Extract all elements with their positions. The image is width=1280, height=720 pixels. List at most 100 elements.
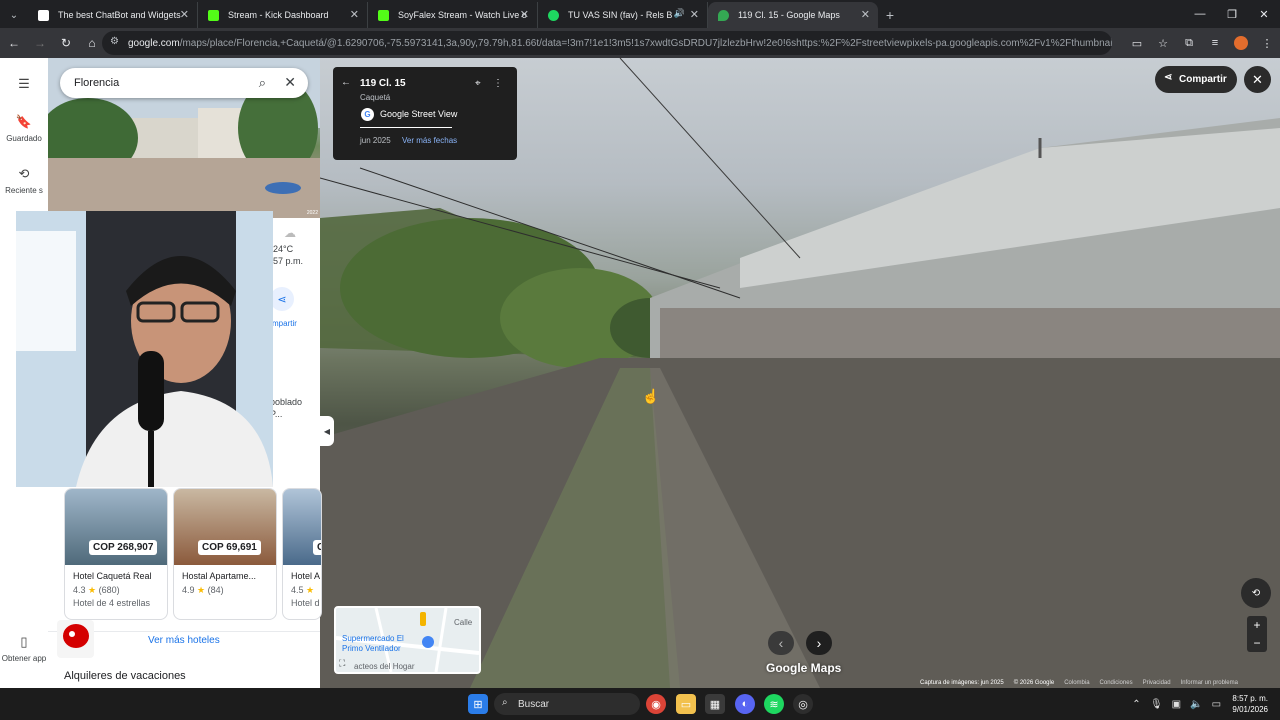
home-icon[interactable]: ⌂: [80, 31, 104, 55]
more-hotels-link[interactable]: Ver más hoteles: [148, 635, 220, 646]
hotel-card[interactable]: COP 268,907 Hotel Caquetá Real 4.3 ★ (68…: [64, 488, 168, 620]
hotel-rating-value: 4.9: [182, 585, 195, 595]
tab-kick-dashboard[interactable]: Stream - Kick Dashboard ✕: [198, 2, 368, 28]
expand-map-icon[interactable]: ⛶: [339, 658, 345, 669]
volume-icon[interactable]: 🔈: [1186, 699, 1206, 710]
tab-spotify[interactable]: TU VAS SIN (fav) - Rels B 🔊 ✕: [538, 2, 708, 28]
photo-year: 2022: [306, 210, 318, 216]
window-controls: — ❐ ✕: [1184, 0, 1280, 28]
back-icon[interactable]: ←: [2, 31, 26, 55]
maps-main: ☝ ◀ ☰ 🔖 Guardado ⟲ Reciente s ▯ Obtener …: [0, 58, 1280, 688]
hotel-card[interactable]: C Hotel A 4.5 ★ Hotel d: [282, 488, 322, 620]
cast-icon[interactable]: ▭: [1124, 31, 1150, 55]
profile-avatar[interactable]: [1228, 31, 1254, 55]
maps-pin-icon: [718, 10, 729, 21]
close-street-view-button[interactable]: ✕: [1244, 66, 1271, 93]
google-g-icon: G: [361, 108, 374, 121]
compass-control[interactable]: ⟲: [1241, 578, 1271, 608]
tab-google-maps[interactable]: 119 Cl. 15 - Google Maps ✕: [708, 2, 878, 28]
rail-saved[interactable]: 🔖 Guardado: [0, 114, 48, 143]
tab-chatbot[interactable]: The best ChatBot and Widgets ✕: [28, 2, 198, 28]
tab-title: SoyFalex Stream - Watch Live o: [398, 10, 527, 20]
clock[interactable]: 8:57 p. m. 9/01/2026: [1226, 693, 1280, 715]
taskbar-search[interactable]: ⌕ Buscar: [494, 693, 640, 715]
more-options-icon[interactable]: ⋮: [493, 78, 503, 89]
maps-search-box[interactable]: Florencia ⌕ ✕: [60, 68, 308, 98]
tab-title: Stream - Kick Dashboard: [228, 10, 329, 20]
zoom-in-button[interactable]: +: [1247, 616, 1267, 634]
url-path: /maps/place/Florencia,+Caquetá/@1.629070…: [179, 37, 1112, 49]
hotel-price: C: [313, 540, 321, 555]
hotel-rating-value: 4.5: [291, 585, 304, 595]
compass-icon: ⟲: [1251, 587, 1261, 599]
zoom-out-button[interactable]: −: [1247, 634, 1267, 652]
more-dates-link[interactable]: Ver más fechas: [402, 136, 457, 145]
taskbar-search-label: Buscar: [518, 698, 550, 710]
previous-arrow-button[interactable]: ‹: [768, 631, 794, 655]
tab-close-icon[interactable]: ✕: [180, 8, 189, 21]
share-icon[interactable]: ⋖: [270, 287, 294, 311]
tab-search-button[interactable]: ⌄: [0, 2, 28, 28]
clear-search-icon[interactable]: ✕: [284, 74, 296, 91]
tab-title: TU VAS SIN (fav) - Rels B: [568, 10, 673, 20]
search-input[interactable]: Florencia: [74, 77, 119, 89]
hotel-rating: 4.3 ★ (680): [73, 585, 120, 596]
hotel-carousel: COP 268,907 Hotel Caquetá Real 4.3 ★ (68…: [64, 488, 322, 620]
menu-kebab-icon[interactable]: ⋮: [1254, 31, 1280, 55]
map-label: acteos del Hogar: [354, 662, 415, 671]
store-icon[interactable]: ▦: [705, 694, 725, 714]
bookmark-icon: 🔖: [15, 114, 33, 129]
start-windows-icon[interactable]: ⊞: [468, 694, 488, 714]
file-explorer-icon[interactable]: ▭: [676, 694, 696, 714]
battery-icon[interactable]: ▭: [1206, 699, 1226, 710]
privacy-link[interactable]: Privacidad: [1143, 680, 1171, 688]
chevron-up-icon[interactable]: ⌃: [1126, 699, 1146, 710]
country-link[interactable]: Colombia: [1064, 680, 1089, 688]
kick-icon: [208, 10, 219, 21]
reload-icon[interactable]: ↻: [54, 31, 78, 55]
street-view-source: Google Street View: [380, 109, 458, 119]
rail-recent[interactable]: ⟲ Reciente s: [0, 166, 48, 195]
location-pin-icon[interactable]: ⌖: [475, 78, 481, 89]
minimize-icon[interactable]: —: [1184, 0, 1216, 28]
next-arrow-button[interactable]: ›: [806, 631, 832, 655]
spotify-icon: [548, 10, 559, 21]
spotify-icon[interactable]: ≋: [764, 694, 784, 714]
speaker-icon[interactable]: 🔊: [674, 8, 685, 19]
restore-icon[interactable]: ❐: [1216, 0, 1248, 28]
network-icon[interactable]: ▣: [1166, 699, 1186, 710]
search-icon[interactable]: ⌕: [259, 75, 266, 91]
clock-date: 9/01/2026: [1232, 705, 1268, 714]
menu-button[interactable]: ☰: [0, 76, 48, 96]
mini-map[interactable]: Supermercado El Primo Ventilador acteos …: [334, 606, 481, 674]
terms-link[interactable]: Condiciones: [1100, 680, 1133, 688]
microphone-icon[interactable]: 🎙: [1146, 699, 1166, 710]
obs-icon[interactable]: ◎: [793, 694, 813, 714]
new-tab-button[interactable]: +: [878, 2, 902, 28]
address-bar[interactable]: ⚙ google.com/maps/place/Florencia,+Caque…: [102, 31, 1112, 55]
chrome-icon[interactable]: ◉: [646, 694, 666, 714]
share-label[interactable]: mpartir: [272, 319, 297, 328]
share-button[interactable]: ⋖ Compartir: [1155, 66, 1237, 93]
back-arrow-icon[interactable]: ←: [341, 77, 351, 88]
hotel-name: Hotel A: [291, 571, 321, 581]
collapse-panel-button[interactable]: ◀: [320, 416, 334, 446]
tab-close-icon[interactable]: ✕: [520, 8, 529, 21]
discord-icon[interactable]: ◐: [735, 694, 755, 714]
search-icon: ⌕: [502, 697, 508, 708]
forward-icon[interactable]: →: [28, 31, 52, 55]
extensions-icon[interactable]: ⧉: [1176, 31, 1202, 55]
vacation-rentals-heading: Alquileres de vacaciones: [64, 670, 186, 682]
tab-title: 119 Cl. 15 - Google Maps: [738, 10, 840, 20]
media-controls-icon[interactable]: ≡: [1202, 31, 1228, 55]
tab-close-icon[interactable]: ✕: [861, 8, 870, 21]
rail-get-app[interactable]: ▯ Obtener app: [0, 634, 48, 663]
close-window-icon[interactable]: ✕: [1248, 0, 1280, 28]
tab-soyfalex-stream[interactable]: SoyFalex Stream - Watch Live o ✕: [368, 2, 538, 28]
tab-close-icon[interactable]: ✕: [350, 8, 359, 21]
tab-close-icon[interactable]: ✕: [690, 8, 699, 21]
site-info-icon[interactable]: ⚙: [110, 36, 119, 47]
report-problem-link[interactable]: Informar un problema: [1181, 680, 1238, 688]
hotel-card[interactable]: COP 69,691 Hostal Apartame... 4.9 ★ (84): [173, 488, 277, 620]
bookmark-star-icon[interactable]: ☆: [1150, 31, 1176, 55]
